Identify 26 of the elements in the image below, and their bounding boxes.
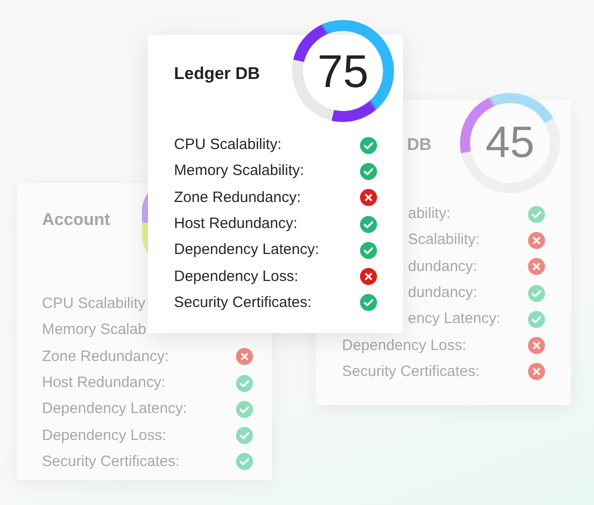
criterion-label: dundancy: bbox=[408, 284, 478, 302]
criterion-label: ency Latency: bbox=[408, 310, 501, 328]
score-value: 45 bbox=[486, 121, 534, 165]
criterion-label: ability: bbox=[408, 205, 451, 222]
criterion-label: Zone Redundancy: bbox=[42, 348, 169, 365]
criterion-label: Memory Scalability: bbox=[174, 162, 304, 180]
card-title: Account bbox=[42, 210, 110, 229]
criterion-label: CPU Scalability: bbox=[174, 136, 282, 154]
criterion-label: dundancy: bbox=[408, 258, 478, 275]
criterion-label: Dependency Loss: bbox=[342, 336, 466, 354]
score-value: 75 bbox=[317, 48, 369, 94]
criterion-label: Dependency Latency: bbox=[174, 241, 320, 258]
criterion-label: Dependency Latency: bbox=[42, 400, 188, 418]
criterion-label: Host Redundancy: bbox=[174, 215, 298, 232]
card-title: Ledger DB bbox=[174, 64, 260, 83]
criterion-label: Security Certificates: bbox=[42, 452, 180, 470]
criterion-label: CPU Scalability bbox=[42, 295, 146, 312]
criterion-label: Scalability: bbox=[408, 231, 480, 248]
criterion-label: Zone Redundancy: bbox=[174, 188, 301, 206]
criterion-label: Security Certificates: bbox=[342, 362, 480, 380]
criterion-label: Dependency Loss: bbox=[174, 268, 298, 285]
criterion-label: Dependency Loss: bbox=[42, 426, 166, 444]
criterion-label: Security Certificates: bbox=[174, 294, 312, 311]
criterion-label: Host Redundancy: bbox=[42, 374, 166, 392]
card-title: DB bbox=[407, 135, 432, 154]
criterion-label: Memory Scalab bbox=[42, 321, 146, 338]
